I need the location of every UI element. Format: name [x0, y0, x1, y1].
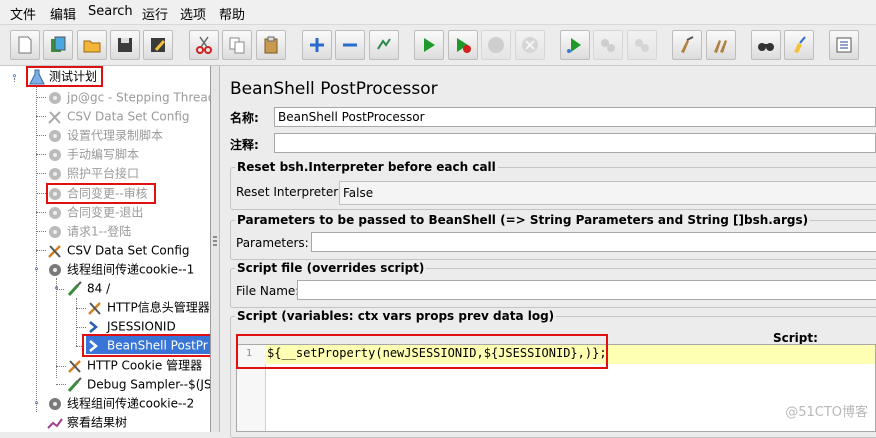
- highlight-box: [82, 334, 210, 357]
- menu-search[interactable]: Search: [88, 4, 133, 19]
- tools-icon: [86, 300, 104, 316]
- pipette-icon: [66, 280, 84, 297]
- tree-node-contract-exit[interactable]: 合同变更-退出: [46, 203, 143, 221]
- thread-group-icon: [46, 90, 64, 106]
- tree-node-jsessionid[interactable]: JSESSIONID: [86, 317, 176, 335]
- tree-node-care-platform[interactable]: 照护平台接口: [46, 164, 139, 182]
- function-helper-icon[interactable]: [829, 30, 859, 60]
- reset-interpreter-select[interactable]: False: [339, 181, 876, 205]
- open-icon[interactable]: [77, 30, 107, 60]
- file-name-field[interactable]: [297, 280, 876, 300]
- menu-help[interactable]: 帮助: [219, 4, 245, 23]
- thread-group-icon: [46, 128, 64, 144]
- cut-icon[interactable]: [189, 30, 219, 60]
- script-label: Script:: [773, 331, 818, 345]
- remote-stop-icon[interactable]: [593, 30, 623, 60]
- page-title: BeanShell PostProcessor: [230, 79, 438, 99]
- tree-node-login-request[interactable]: 请求1--登陆: [46, 222, 131, 240]
- menu-edit[interactable]: 编辑: [50, 4, 76, 23]
- tree-node-thread-group-2[interactable]: 线程组间传递cookie--2: [46, 394, 194, 412]
- reset-interpreter-label: Reset Interpreter:: [236, 185, 343, 199]
- thread-group-icon: [46, 147, 64, 163]
- tree-node-proxy-script[interactable]: 设置代理录制脚本: [46, 126, 163, 144]
- tree-node-csv-config[interactable]: CSV Data Set Config: [46, 241, 190, 259]
- toolbar: [0, 25, 876, 66]
- tree-node-header-manager[interactable]: HTTP信息头管理器: [86, 298, 210, 316]
- script-file-group: Script file (overrides script) File Name…: [230, 261, 876, 308]
- clear-icon[interactable]: [672, 30, 702, 60]
- reset-interpreter-group: Reset bsh.Interpreter before each call R…: [230, 160, 876, 210]
- expand-icon[interactable]: [302, 30, 332, 60]
- shutdown-icon[interactable]: [515, 30, 545, 60]
- comment-field[interactable]: [274, 133, 876, 153]
- tools-icon: [46, 243, 64, 259]
- expand-toggle-icon[interactable]: ⚬: [52, 285, 61, 294]
- parameters-label: Parameters:: [236, 236, 309, 250]
- split-pane-divider[interactable]: [211, 66, 220, 432]
- start-icon[interactable]: [414, 30, 444, 60]
- thread-group-icon: [46, 205, 64, 221]
- collapse-icon[interactable]: [335, 30, 365, 60]
- script-file-group-title: Script file (overrides script): [235, 261, 427, 275]
- tree-node-manual-script[interactable]: 手动编写脚本: [46, 145, 139, 163]
- menu-options[interactable]: 选项: [180, 4, 206, 23]
- tree-node-thread-group-1[interactable]: 线程组间传递cookie--1: [46, 260, 194, 278]
- paste-icon[interactable]: [256, 30, 286, 60]
- thread-group-icon: [46, 262, 64, 278]
- thread-group-icon: [46, 166, 64, 182]
- tree-node-http-sampler[interactable]: 84 /: [66, 279, 110, 297]
- menu-file[interactable]: 文件: [10, 4, 36, 23]
- templates-icon[interactable]: [43, 30, 73, 60]
- menu-run[interactable]: 运行: [142, 4, 168, 23]
- tree-node-cookie-manager[interactable]: HTTP Cookie 管理器: [66, 356, 202, 374]
- expand-toggle-icon[interactable]: ⚬: [10, 73, 19, 82]
- extractor-arrow-icon: [86, 319, 104, 335]
- comment-label: 注释:: [230, 138, 259, 152]
- highlight-box: [26, 66, 103, 87]
- clear-all-icon[interactable]: [706, 30, 736, 60]
- tools-icon: [46, 109, 64, 125]
- stop-icon[interactable]: [481, 30, 511, 60]
- script-group-title: Script (variables: ctx vars props prev d…: [235, 309, 557, 323]
- menu-bar: 文件 编辑 Search 运行 选项 帮助: [0, 0, 876, 25]
- highlight-box: [236, 334, 608, 369]
- parameters-field[interactable]: [311, 232, 876, 252]
- thread-group-icon: [46, 396, 64, 412]
- save-icon[interactable]: [110, 30, 140, 60]
- name-label: 名称:: [230, 111, 259, 125]
- listener-icon: [46, 415, 64, 431]
- thread-group-icon: [46, 224, 64, 240]
- highlight-box: [46, 183, 156, 204]
- reset-group-title: Reset bsh.Interpreter before each call: [235, 160, 498, 174]
- reset-search-icon[interactable]: [784, 30, 814, 60]
- copy-icon[interactable]: [222, 30, 252, 60]
- remote-shutdown-icon[interactable]: [627, 30, 657, 60]
- tree-node-results-tree[interactable]: 察看结果树: [46, 413, 127, 431]
- tree-node-stepping-thread[interactable]: jp@gc - Stepping Thread: [46, 88, 210, 106]
- expand-toggle-icon[interactable]: ⚬: [32, 266, 41, 275]
- parameters-group: Parameters to be passed to BeanShell (=>…: [230, 213, 876, 260]
- save-as-icon[interactable]: [143, 30, 173, 60]
- search-icon[interactable]: [751, 30, 781, 60]
- tree-node-debug-sampler[interactable]: Debug Sampler--$(JS: [66, 375, 210, 393]
- expand-toggle-icon[interactable]: ⚬: [32, 400, 41, 409]
- start-no-pause-icon[interactable]: [448, 30, 478, 60]
- remote-start-icon[interactable]: [560, 30, 590, 60]
- tools-icon: [66, 358, 84, 374]
- watermark: @51CTO博客: [785, 405, 868, 420]
- file-name-label: File Name:: [236, 284, 300, 298]
- test-plan-tree: ⚬ 测试计划 jp@gc - Stepping Thread CSV Data …: [0, 66, 211, 432]
- toggle-icon[interactable]: [369, 30, 399, 60]
- pipette-icon: [66, 376, 84, 393]
- new-icon[interactable]: [10, 30, 40, 60]
- tree-node-csv-config-disabled[interactable]: CSV Data Set Config: [46, 107, 190, 125]
- name-field[interactable]: BeanShell PostProcessor: [274, 107, 876, 127]
- parameters-group-title: Parameters to be passed to BeanShell (=>…: [235, 213, 811, 227]
